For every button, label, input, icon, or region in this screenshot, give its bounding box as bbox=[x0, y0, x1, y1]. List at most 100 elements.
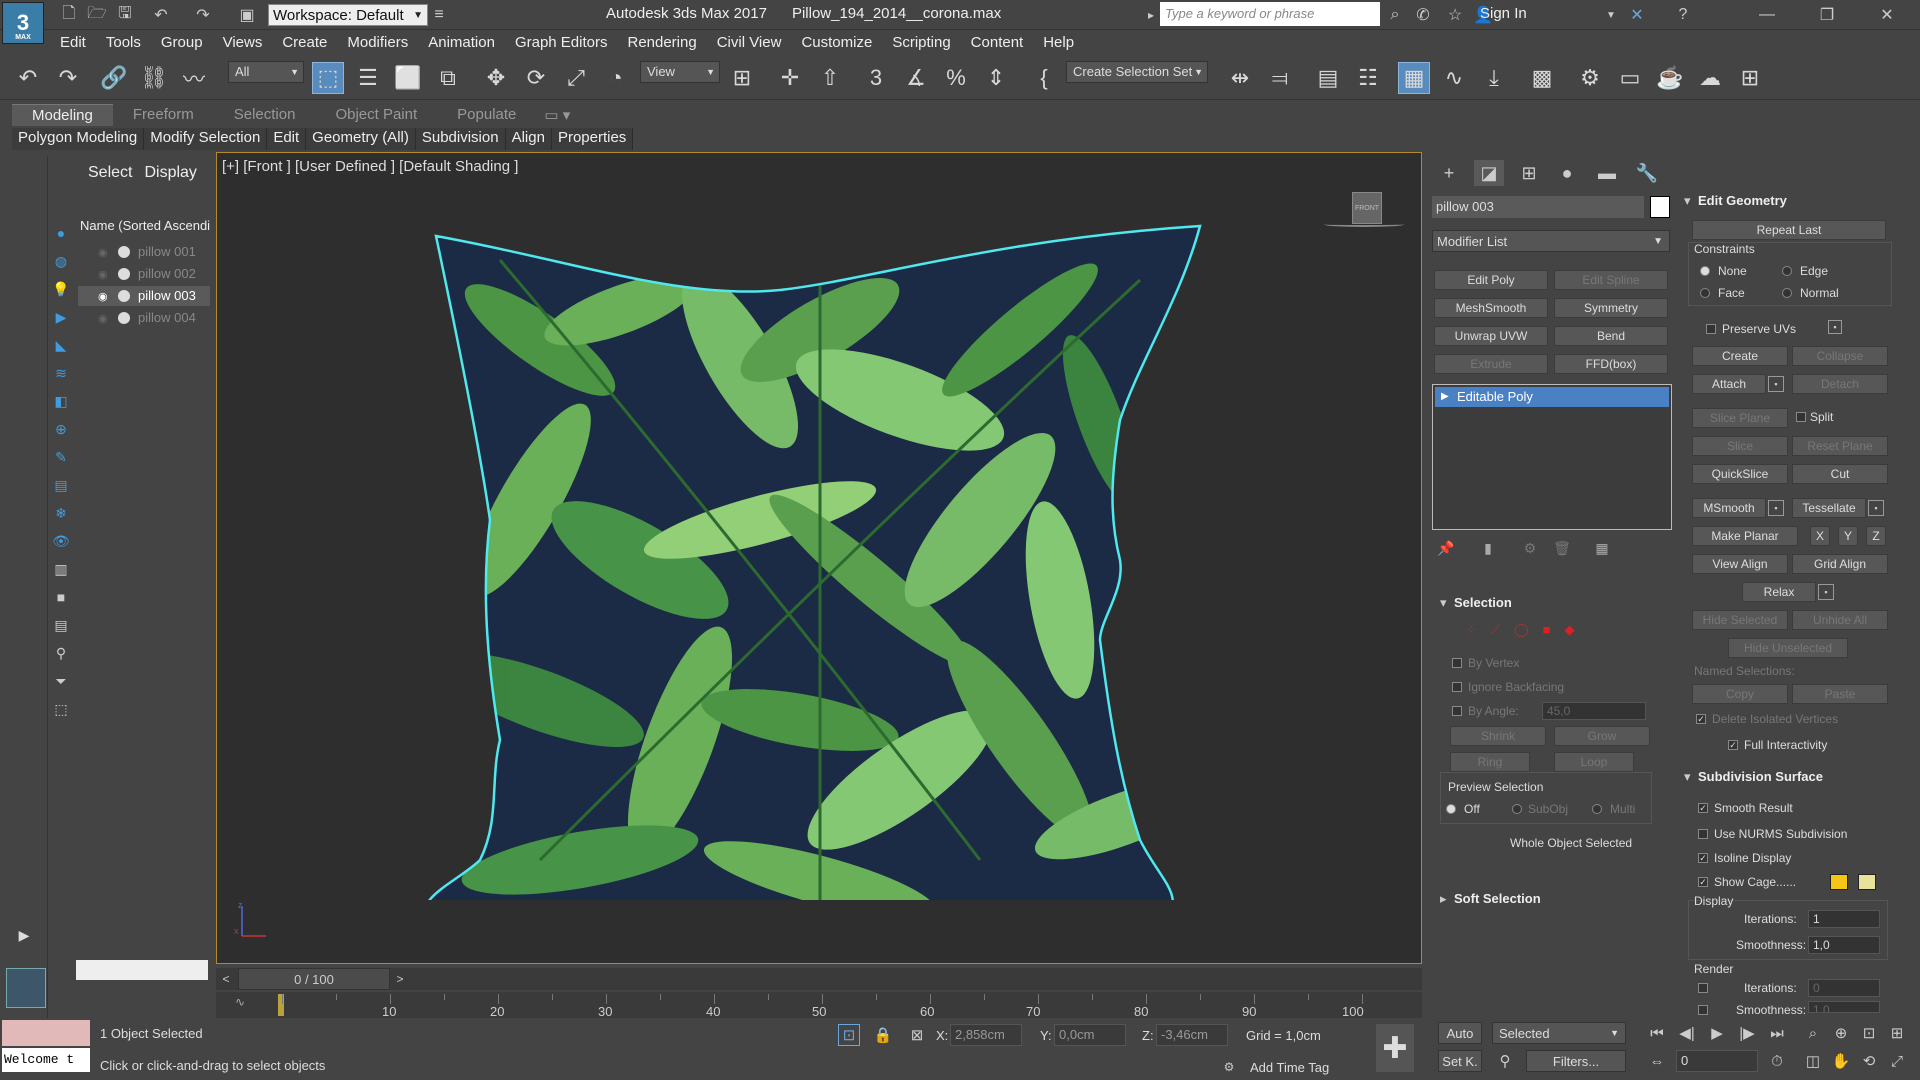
preview-off-radio[interactable] bbox=[1446, 804, 1456, 814]
pillow-object[interactable] bbox=[420, 220, 1220, 900]
bend-button[interactable]: Bend bbox=[1554, 326, 1668, 346]
zoom-all-icon[interactable]: ⊕ bbox=[1830, 1022, 1852, 1044]
hide-unselected-button[interactable]: Hide Unselected bbox=[1728, 638, 1848, 658]
spinner-snap-icon[interactable]: ⇕ bbox=[980, 62, 1012, 94]
menu-customize[interactable]: Customize bbox=[791, 34, 882, 51]
selection-filter-dropdown[interactable]: All ▼ bbox=[228, 61, 304, 83]
field-of-view-icon[interactable]: ◫ bbox=[1802, 1050, 1824, 1072]
constraint-none-radio[interactable] bbox=[1700, 266, 1710, 276]
panel-edit[interactable]: Edit bbox=[267, 128, 307, 150]
set-key-button[interactable]: Set K. bbox=[1438, 1050, 1482, 1072]
visibility-eye-icon[interactable]: ◉ bbox=[98, 290, 108, 303]
display-lights-icon[interactable]: 💡 bbox=[50, 278, 72, 300]
sign-in-button[interactable]: Sign In bbox=[1480, 5, 1527, 22]
panel-polygon-modeling[interactable]: Polygon Modeling bbox=[12, 128, 145, 150]
relax-settings-icon[interactable]: ▪ bbox=[1818, 584, 1834, 600]
x-coord-field[interactable]: 2,858cm bbox=[950, 1024, 1022, 1046]
render-iterative-icon[interactable]: ☁ bbox=[1694, 62, 1726, 94]
pivot-center-icon[interactable]: ⊞ bbox=[726, 62, 758, 94]
display-containers-icon[interactable]: ▤ bbox=[50, 474, 72, 496]
key-mode-icon[interactable]: ⚲ bbox=[1494, 1050, 1516, 1072]
edit-named-selection-icon[interactable]: { bbox=[1028, 62, 1060, 94]
bind-space-warp-icon[interactable]: 〰 bbox=[178, 62, 210, 94]
slice-plane-button[interactable]: Slice Plane bbox=[1692, 408, 1788, 428]
list-item[interactable]: ◉ pillow 002 bbox=[78, 264, 210, 284]
app-logo[interactable]: 3 MAX bbox=[2, 2, 44, 44]
display-xrefs-icon[interactable]: ⊕ bbox=[50, 418, 72, 440]
planar-y-button[interactable]: Y bbox=[1838, 526, 1858, 546]
scale-icon[interactable]: ⤢ bbox=[560, 62, 592, 94]
time-slider[interactable]: 0 / 100 bbox=[238, 968, 390, 990]
motion-tab-icon[interactable]: ● bbox=[1552, 160, 1582, 186]
menu-rendering[interactable]: Rendering bbox=[617, 34, 706, 51]
key-mode-toggle-icon[interactable]: ⇔ bbox=[1646, 1050, 1668, 1072]
auto-key-button[interactable]: Auto bbox=[1438, 1022, 1482, 1044]
next-frame-icon[interactable]: |▶ bbox=[1736, 1022, 1758, 1044]
hierarchy-tab-icon[interactable]: ⊞ bbox=[1514, 160, 1544, 186]
display-frozen-icon[interactable]: ❄ bbox=[50, 502, 72, 524]
select-mode-icon[interactable]: ⬚ bbox=[50, 698, 72, 720]
tab-selection[interactable]: Selection bbox=[214, 104, 316, 126]
menu-group[interactable]: Group bbox=[151, 34, 213, 51]
unwrap-uvw-button[interactable]: Unwrap UVW bbox=[1434, 326, 1548, 346]
play-icon[interactable]: ▶ bbox=[1706, 1022, 1728, 1044]
constraint-face-radio[interactable] bbox=[1700, 288, 1710, 298]
communication-icon[interactable]: ✆ bbox=[1412, 4, 1434, 26]
edit-poly-button[interactable]: Edit Poly bbox=[1434, 270, 1548, 290]
by-angle-checkbox[interactable] bbox=[1452, 706, 1462, 716]
orbit-icon[interactable]: ⟲ bbox=[1858, 1050, 1880, 1072]
render-in-cloud-icon[interactable]: ⊞ bbox=[1734, 62, 1766, 94]
show-cage-checkbox[interactable]: ✓ bbox=[1698, 877, 1708, 887]
full-interactivity-checkbox[interactable]: ✓ bbox=[1728, 740, 1738, 750]
loop-button[interactable]: Loop bbox=[1554, 752, 1634, 772]
display-groups-icon[interactable]: ◧ bbox=[50, 390, 72, 412]
ring-button[interactable]: Ring bbox=[1450, 752, 1530, 772]
maxscript-listener-mini[interactable] bbox=[2, 1020, 90, 1046]
maximize-icon[interactable]: ❐ bbox=[1816, 4, 1838, 26]
render-iterations-checkbox[interactable] bbox=[1698, 983, 1708, 993]
create-tab-icon[interactable]: + bbox=[1434, 160, 1464, 186]
make-planar-button[interactable]: Make Planar bbox=[1692, 526, 1798, 546]
go-to-start-icon[interactable]: ⏮ bbox=[1646, 1022, 1668, 1044]
object-name-field[interactable]: pillow 003 bbox=[1432, 196, 1644, 218]
polygon-icon[interactable]: ■ bbox=[1543, 622, 1551, 642]
element-icon[interactable]: ◆ bbox=[1564, 622, 1574, 642]
add-time-tag-button[interactable]: Add Time Tag bbox=[1250, 1060, 1329, 1075]
save-file-icon[interactable]: 🖫 bbox=[114, 4, 136, 26]
edge-icon[interactable]: ⟋ bbox=[1491, 622, 1500, 642]
menu-civil-view[interactable]: Civil View bbox=[707, 34, 792, 51]
hide-selected-button[interactable]: Hide Selected bbox=[1692, 610, 1788, 630]
menu-modifiers[interactable]: Modifiers bbox=[337, 34, 418, 51]
shrink-button[interactable]: Shrink bbox=[1450, 726, 1546, 746]
align-icon[interactable]: ⫤ bbox=[1264, 62, 1296, 94]
filter-icon[interactable]: ⏷ bbox=[50, 670, 72, 692]
isoline-display-checkbox[interactable]: ✓ bbox=[1698, 853, 1708, 863]
maximize-viewport-icon[interactable]: ⤢ bbox=[1886, 1050, 1908, 1072]
quickslice-button[interactable]: QuickSlice bbox=[1692, 464, 1788, 484]
undo-icon[interactable]: ↶ bbox=[12, 62, 44, 94]
explorer-display-menu[interactable]: Display bbox=[132, 164, 196, 182]
pan-hand-icon[interactable]: ✋ bbox=[1830, 1050, 1852, 1072]
stack-item-editable-poly[interactable]: ▶ Editable Poly bbox=[1435, 387, 1669, 407]
edit-geometry-rollout-header[interactable]: Edit Geometry bbox=[1678, 190, 1898, 212]
angle-snap-icon[interactable]: ∡ bbox=[900, 62, 932, 94]
scene-explorer-icon[interactable]: ▤ bbox=[1312, 62, 1344, 94]
detach-button[interactable]: Detach bbox=[1792, 374, 1888, 394]
undo-icon[interactable]: ↶ bbox=[150, 4, 172, 26]
planar-x-button[interactable]: X bbox=[1810, 526, 1830, 546]
move-icon[interactable]: ✥ bbox=[480, 62, 512, 94]
menu-graph-editors[interactable]: Graph Editors bbox=[505, 34, 618, 51]
next-frame-icon[interactable]: > bbox=[390, 968, 410, 990]
ribbon-options-icon[interactable]: ▭ ▾ bbox=[536, 104, 578, 126]
rotate-icon[interactable]: ⟳ bbox=[520, 62, 552, 94]
render-iterations-spinner[interactable]: 0 bbox=[1808, 979, 1880, 997]
render-smoothness-checkbox[interactable] bbox=[1698, 1005, 1708, 1015]
menu-create[interactable]: Create bbox=[272, 34, 337, 51]
explorer-scrollbar[interactable] bbox=[76, 960, 208, 980]
constraint-normal-radio[interactable] bbox=[1782, 288, 1792, 298]
tessellate-settings-icon[interactable]: ▪ bbox=[1868, 500, 1884, 516]
preview-multi-radio[interactable] bbox=[1592, 804, 1602, 814]
explorer-name-column[interactable]: Name (Sorted Ascendi bbox=[76, 218, 211, 236]
previous-frame-icon[interactable]: ◀| bbox=[1676, 1022, 1698, 1044]
by-angle-spinner[interactable]: 45,0 bbox=[1542, 702, 1646, 720]
